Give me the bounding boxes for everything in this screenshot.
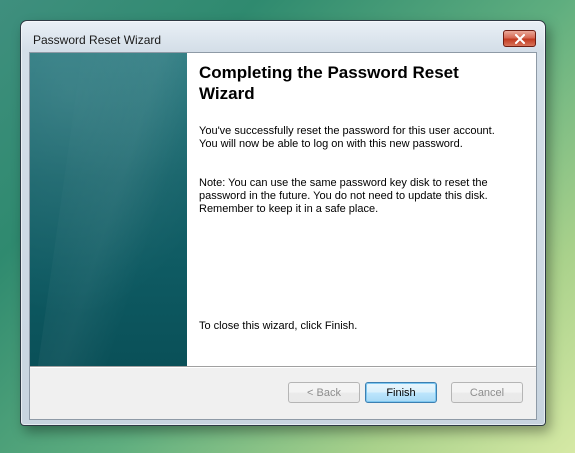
- wizard-client-area: Completing the Password Reset Wizard You…: [29, 52, 537, 420]
- finish-button[interactable]: Finish: [365, 382, 437, 403]
- wizard-window: Password Reset Wizard Completing the Pas…: [20, 20, 546, 426]
- wizard-heading: Completing the Password Reset Wizard: [199, 63, 459, 103]
- button-separator: [30, 366, 536, 368]
- note-message: Note: You can use the same password key …: [199, 177, 488, 215]
- wizard-content-panel: Completing the Password Reset Wizard You…: [187, 53, 536, 366]
- success-message: You've successfully reset the password f…: [199, 125, 495, 150]
- cancel-button[interactable]: Cancel: [451, 382, 523, 403]
- title-bar[interactable]: Password Reset Wizard: [21, 21, 545, 51]
- close-button[interactable]: [503, 30, 536, 47]
- back-button[interactable]: < Back: [288, 382, 360, 403]
- wizard-side-banner: [30, 53, 187, 366]
- close-icon: [514, 33, 525, 44]
- close-instruction: To close this wizard, click Finish.: [199, 320, 358, 332]
- window-title: Password Reset Wizard: [33, 33, 162, 47]
